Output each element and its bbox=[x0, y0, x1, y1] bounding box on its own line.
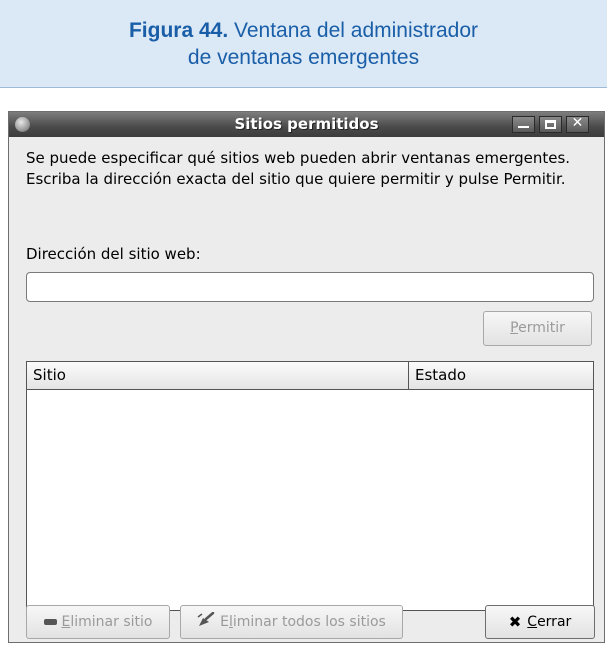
close-x-icon: ✖ bbox=[508, 613, 522, 631]
title-bar[interactable]: Sitios permitidos bbox=[9, 112, 604, 137]
remove-site-button[interactable]: Eliminar sitio bbox=[26, 605, 170, 639]
column-header-estado[interactable]: Estado bbox=[409, 362, 593, 389]
column-header-sitio[interactable]: Sitio bbox=[27, 362, 409, 389]
minimize-button[interactable] bbox=[512, 116, 535, 133]
remove-all-label: iminar todos los sitios bbox=[232, 614, 386, 630]
caption-label: Figura 44. bbox=[128, 19, 229, 42]
description-text: Se puede especificar qué sitios web pued… bbox=[26, 149, 571, 188]
remove-all-sites-button[interactable]: Eliminar todos los sitios bbox=[180, 605, 403, 639]
permit-mnemonic: P bbox=[510, 320, 519, 336]
close-window-button[interactable] bbox=[566, 115, 589, 133]
table-header: Sitio Estado bbox=[27, 362, 593, 390]
remove-label: liminar sitio bbox=[70, 614, 153, 630]
broom-icon bbox=[197, 612, 215, 626]
remove-all-pre: E bbox=[220, 614, 229, 630]
close-mnemonic: C bbox=[527, 614, 538, 630]
permit-button[interactable]: Permitir bbox=[483, 311, 592, 346]
caption-line-1: Figura 44. Ventana del administrador bbox=[0, 17, 607, 44]
popup-manager-window: Sitios permitidos Se puede especificar q… bbox=[8, 111, 605, 643]
figure-caption: Figura 44. Ventana del administrador de … bbox=[0, 0, 607, 88]
sites-table[interactable]: Sitio Estado bbox=[26, 361, 594, 611]
caption-text-1: Ventana del administrador bbox=[234, 19, 479, 42]
minus-icon bbox=[43, 619, 57, 625]
address-label: Dirección del sitio web: bbox=[26, 245, 201, 263]
maximize-button[interactable] bbox=[539, 116, 562, 133]
close-button[interactable]: ✖ Cerrar bbox=[485, 605, 595, 639]
permit-label: ermitir bbox=[518, 320, 565, 336]
caption-text-2: de ventanas emergentes bbox=[187, 46, 420, 69]
close-label: errar bbox=[537, 614, 572, 630]
address-input[interactable] bbox=[26, 272, 594, 302]
